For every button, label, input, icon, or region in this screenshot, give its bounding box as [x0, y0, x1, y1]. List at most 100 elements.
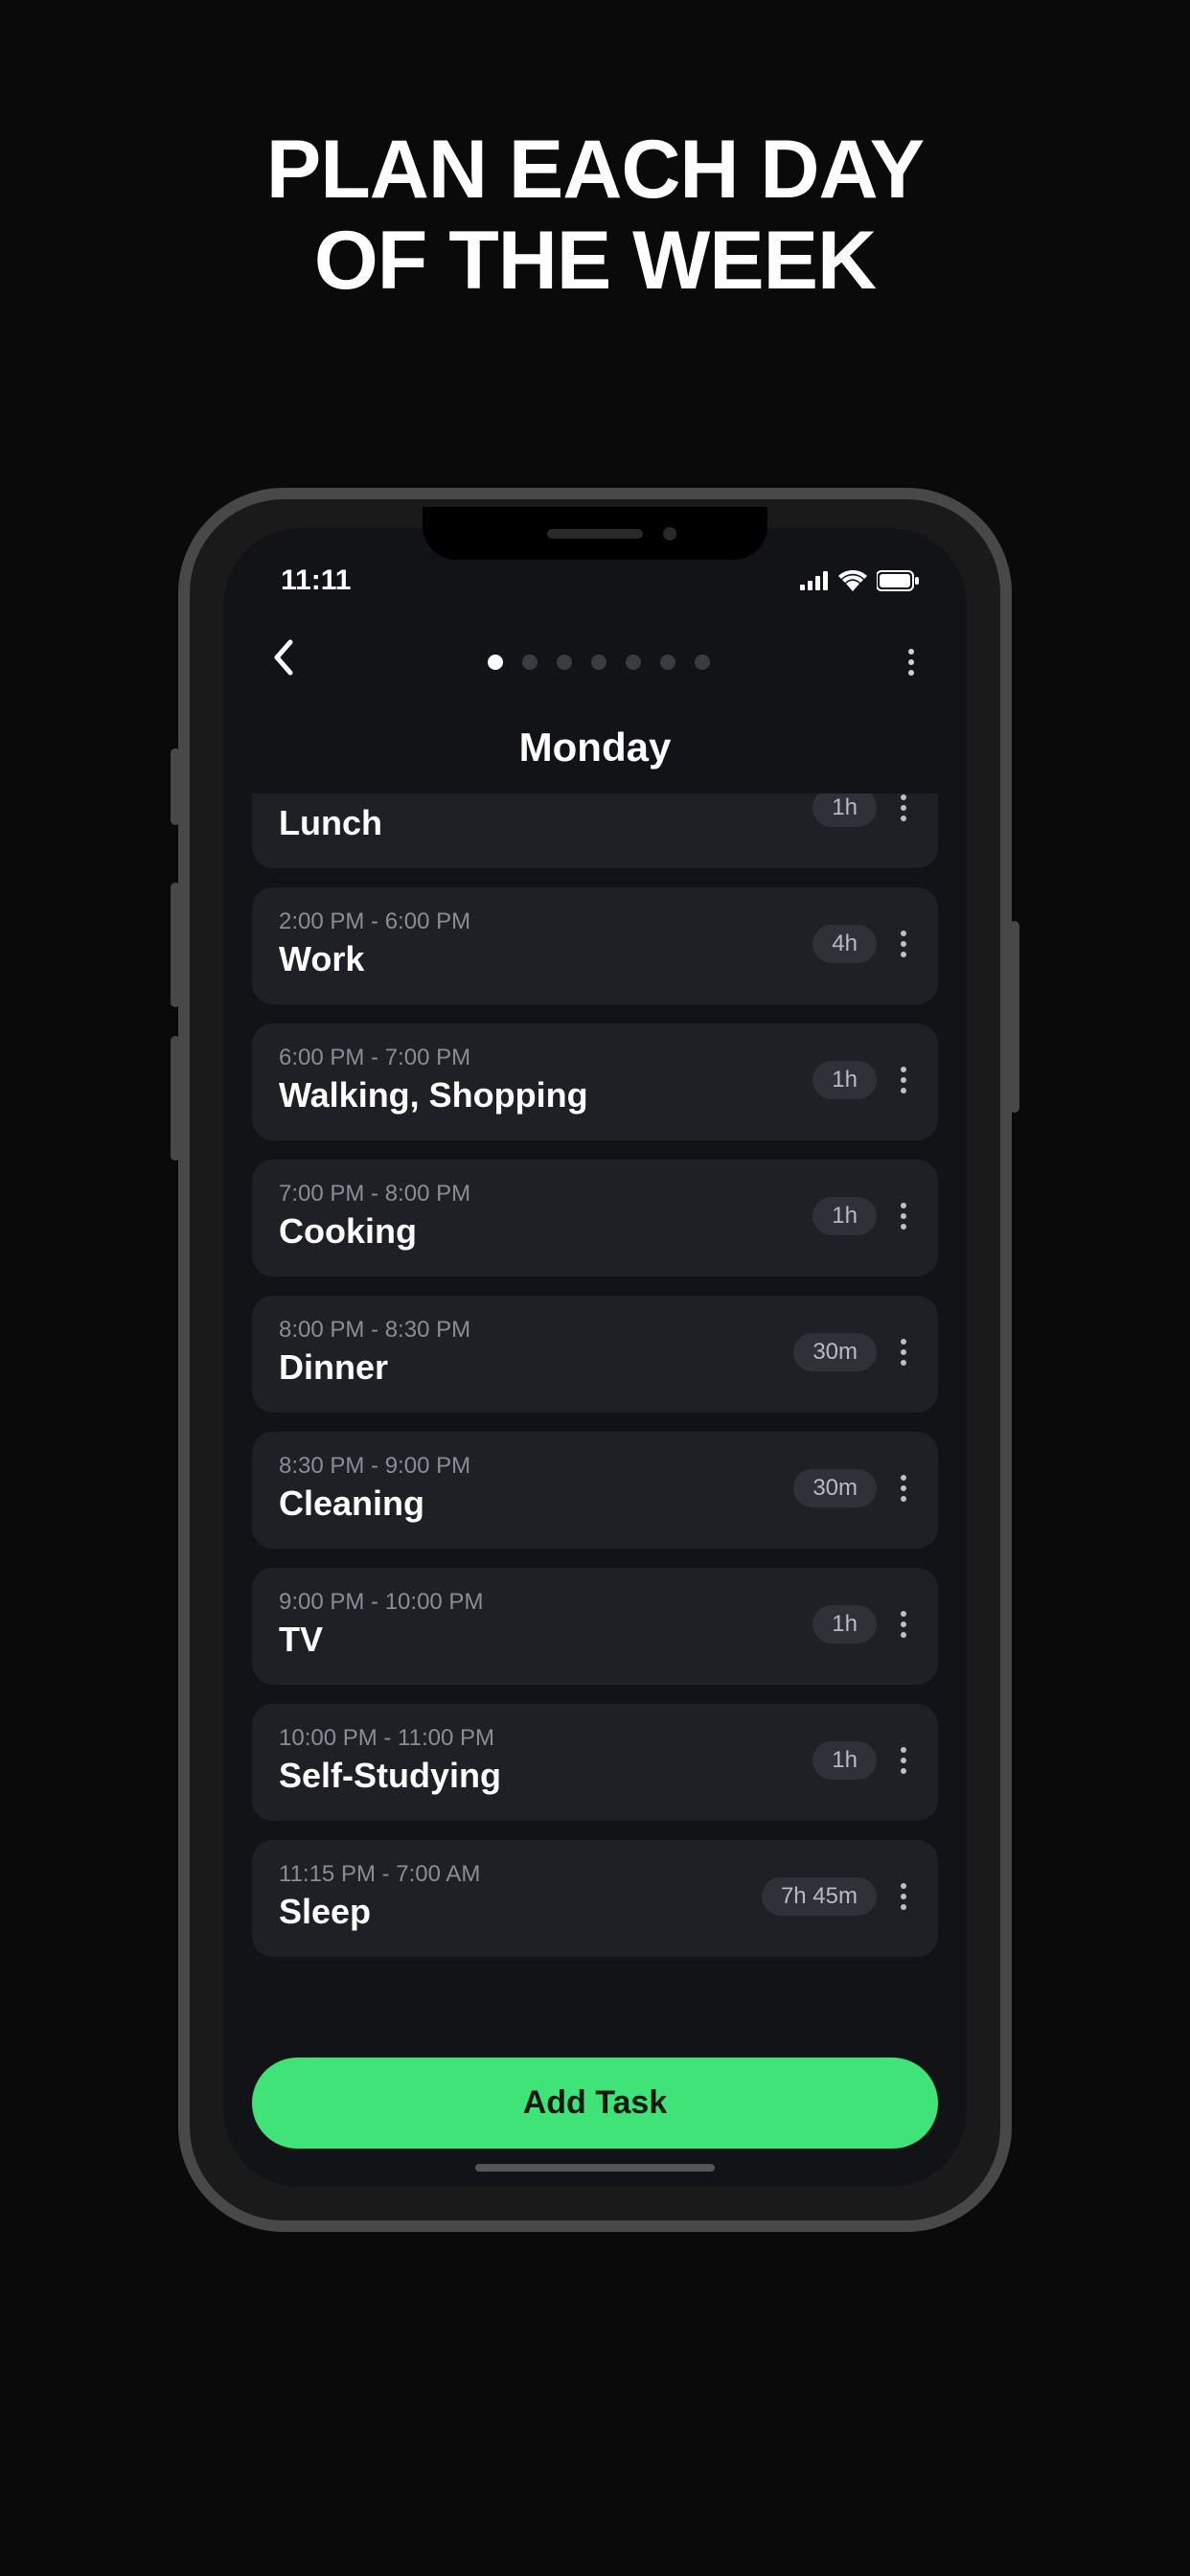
task-main: 7:00 PM - 8:00 PMCooking: [279, 1181, 812, 1252]
task-title: Cooking: [279, 1211, 812, 1252]
task-time: 11:15 PM - 7:00 AM: [279, 1861, 762, 1888]
notch-speaker: [547, 529, 643, 539]
header-row: [223, 610, 967, 696]
task-main: 1:00 PM - 2:00 PM Lunch: [279, 794, 812, 843]
dot-icon: [901, 816, 906, 821]
task-title: Self-Studying: [279, 1756, 812, 1796]
task-card[interactable]: 1:00 PM - 2:00 PM Lunch1h: [252, 794, 938, 868]
status-time: 11:11: [281, 564, 351, 597]
task-duration-badge: 1h: [812, 1741, 877, 1780]
task-more-button[interactable]: [896, 1203, 911, 1230]
task-time: 8:00 PM - 8:30 PM: [279, 1317, 793, 1344]
task-title: TV: [279, 1620, 812, 1660]
task-time: 10:00 PM - 11:00 PM: [279, 1725, 812, 1752]
dot-icon: [901, 1758, 906, 1763]
pager-dot[interactable]: [488, 655, 503, 670]
task-duration-badge: 4h: [812, 925, 877, 963]
task-card[interactable]: 8:00 PM - 8:30 PM Dinner30m: [252, 1296, 938, 1413]
task-time: 8:30 PM - 9:00 PM: [279, 1453, 793, 1480]
dot-icon: [901, 1360, 906, 1366]
task-duration-badge: 30m: [793, 1469, 877, 1507]
dot-icon: [901, 952, 906, 957]
task-main: 8:30 PM - 9:00 PMCleaning: [279, 1453, 793, 1524]
task-duration-badge: 1h: [812, 1605, 877, 1644]
task-card[interactable]: 6:00 PM - 7:00 PM Walking, Shopping1h: [252, 1024, 938, 1140]
dot-icon: [901, 1496, 906, 1502]
phone-side-button: [171, 748, 180, 825]
task-time: 2:00 PM - 6:00 PM: [279, 908, 812, 935]
dot-icon: [901, 1904, 906, 1910]
day-pager[interactable]: [304, 655, 894, 670]
app-screen: 11:11 M: [223, 528, 967, 2187]
phone-side-button: [171, 1036, 180, 1161]
add-task-button[interactable]: Add Task: [252, 2058, 938, 2149]
notch-camera: [663, 527, 676, 540]
task-title: Dinner: [279, 1347, 793, 1388]
task-more-button[interactable]: [896, 1475, 911, 1502]
task-more-button[interactable]: [896, 1883, 911, 1910]
dot-icon: [901, 1475, 906, 1481]
task-main: 10:00 PM - 11:00 PM Self-Studying: [279, 1725, 812, 1796]
dot-icon: [901, 805, 906, 811]
pager-dot[interactable]: [522, 655, 538, 670]
task-more-button[interactable]: [896, 1067, 911, 1093]
status-icons: [800, 570, 919, 591]
task-time: 1:00 PM - 2:00 PM: [279, 794, 812, 799]
task-time: 6:00 PM - 7:00 PM: [279, 1045, 812, 1071]
dot-icon: [901, 1622, 906, 1627]
pager-dot[interactable]: [591, 655, 606, 670]
dot-icon: [901, 1224, 906, 1230]
dot-icon: [901, 1203, 906, 1208]
chevron-left-icon: [271, 638, 294, 677]
pager-dot[interactable]: [626, 655, 641, 670]
phone-notch: [423, 507, 767, 560]
back-button[interactable]: [262, 638, 304, 686]
task-list[interactable]: 1:00 PM - 2:00 PMLunch1h2:00 PM - 6:00 P…: [223, 794, 967, 2033]
task-card[interactable]: 7:00 PM - 8:00 PMCooking1h: [252, 1160, 938, 1276]
hero-title: PLAN EACH DAY OF THE WEEK: [266, 125, 924, 306]
task-card[interactable]: 10:00 PM - 11:00 PM Self-Studying1h: [252, 1704, 938, 1821]
home-indicator[interactable]: [475, 2164, 715, 2172]
task-more-button[interactable]: [896, 1747, 911, 1774]
day-title: Monday: [223, 724, 967, 770]
task-duration-badge: 1h: [812, 1061, 877, 1099]
task-more-button[interactable]: [896, 1339, 911, 1366]
dot-icon: [901, 1632, 906, 1638]
more-options-button[interactable]: [894, 644, 928, 680]
task-main: 9:00 PM - 10:00 PMTV: [279, 1589, 812, 1660]
dot-icon: [901, 794, 906, 800]
phone-frame: 11:11 M: [178, 488, 1012, 2232]
task-more-button[interactable]: [896, 794, 911, 821]
wifi-icon: [838, 570, 867, 591]
task-duration-badge: 1h: [812, 1197, 877, 1235]
dot-icon: [901, 1611, 906, 1617]
cellular-signal-icon: [800, 571, 829, 590]
task-duration-badge: 30m: [793, 1333, 877, 1371]
task-main: 11:15 PM - 7:00 AM Sleep: [279, 1861, 762, 1932]
pager-dot[interactable]: [695, 655, 710, 670]
dot-icon: [901, 1349, 906, 1355]
phone-side-button: [171, 883, 180, 1007]
pager-dot[interactable]: [660, 655, 675, 670]
task-card[interactable]: 8:30 PM - 9:00 PMCleaning30m: [252, 1432, 938, 1549]
dot-icon: [901, 1088, 906, 1093]
task-main: 6:00 PM - 7:00 PM Walking, Shopping: [279, 1045, 812, 1116]
task-card[interactable]: 2:00 PM - 6:00 PMWork4h: [252, 887, 938, 1004]
task-card[interactable]: 11:15 PM - 7:00 AM Sleep7h 45m: [252, 1840, 938, 1957]
dot-icon: [901, 941, 906, 947]
dot-icon: [901, 1485, 906, 1491]
dot-icon: [908, 659, 914, 665]
task-duration-badge: 7h 45m: [762, 1877, 877, 1916]
task-more-button[interactable]: [896, 931, 911, 957]
task-title: Sleep: [279, 1892, 762, 1932]
dot-icon: [901, 1213, 906, 1219]
pager-dot[interactable]: [557, 655, 572, 670]
task-duration-badge: 1h: [812, 794, 877, 827]
task-title: Lunch: [279, 803, 812, 843]
task-title: Walking, Shopping: [279, 1075, 812, 1116]
task-more-button[interactable]: [896, 1611, 911, 1638]
dot-icon: [901, 1747, 906, 1753]
dot-icon: [901, 1339, 906, 1345]
task-card[interactable]: 9:00 PM - 10:00 PMTV1h: [252, 1568, 938, 1685]
task-main: 8:00 PM - 8:30 PM Dinner: [279, 1317, 793, 1388]
